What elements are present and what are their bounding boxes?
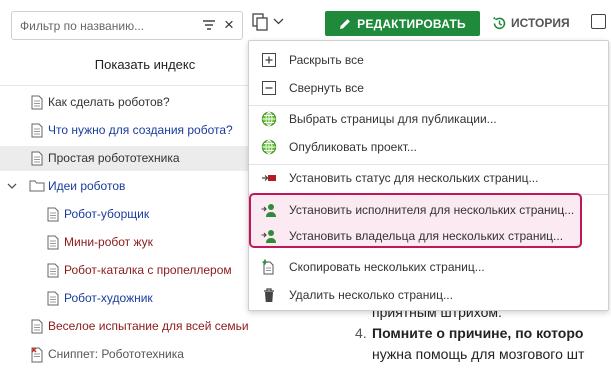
expand-all-icon <box>262 53 276 67</box>
copy-pages-icon <box>262 259 274 275</box>
menu-item-delete-pages[interactable]: Удалить несколько страниц... <box>249 281 608 309</box>
tree-item[interactable]: Робот-уборщик <box>0 202 248 227</box>
tree-item[interactable]: Робот-художник <box>0 286 248 311</box>
edit-button-label: РЕДАКТИРОВАТЬ <box>357 16 466 31</box>
menu-item-set-status[interactable]: Установить статус для нескольких страниц… <box>249 164 608 192</box>
tree-item[interactable]: Сниппет: Робототехника <box>0 342 248 367</box>
menu-item-label: Установить исполнителя для нескольких ст… <box>289 203 575 217</box>
assign-user-icon <box>261 230 276 243</box>
tree-item-selected[interactable]: Простая робототехника <box>0 146 248 171</box>
history-label: ИСТОРИЯ <box>511 16 570 30</box>
menu-item-label: Опубликовать проект... <box>289 140 417 154</box>
list-number: 4. <box>355 325 367 341</box>
snippet-icon <box>31 347 43 363</box>
divider <box>0 85 248 86</box>
checkbox[interactable] <box>591 14 606 29</box>
dropdown-menu: Раскрыть все Свернуть все Выбрать страни… <box>248 40 609 311</box>
globe-icon <box>261 111 277 127</box>
tree-item-label: Сниппет: Робототехника <box>48 347 184 361</box>
menu-item-copy-pages[interactable]: Скопировать нескольких страниц... <box>249 253 608 281</box>
content-text: нужна помощь для мозгового шт <box>372 346 585 362</box>
assign-user-icon <box>261 204 276 217</box>
document-icon <box>47 207 59 222</box>
tree-item[interactable]: Веселое испытание для всей семьи <box>0 314 249 339</box>
menu-item-label: Установить статус для нескольких страниц… <box>289 171 539 185</box>
close-icon[interactable]: × <box>224 15 234 35</box>
copy-pages-icon[interactable] <box>252 13 269 31</box>
tree-item-label: Простая робототехника <box>48 151 180 165</box>
tree-item-label: Робот-художник <box>64 291 153 305</box>
pencil-icon <box>340 18 351 29</box>
menu-item-set-assignee[interactable]: Установить исполнителя для нескольких ст… <box>249 196 608 224</box>
menu-item-label: Раскрыть все <box>289 53 364 67</box>
tree-item-label: Веселое испытание для всей семьи <box>48 319 249 333</box>
tree-item-label: Мини-робот жук <box>64 235 153 249</box>
document-icon <box>47 235 59 250</box>
edit-button[interactable]: РЕДАКТИРОВАТЬ <box>325 11 480 36</box>
trash-icon <box>264 288 274 302</box>
tree-item-label: Робот-уборщик <box>64 207 150 221</box>
tree-item[interactable]: Как сделать роботов? <box>0 90 248 115</box>
document-icon <box>31 319 43 334</box>
folder-icon <box>29 180 45 192</box>
menu-item-label: Свернуть все <box>289 81 364 95</box>
menu-item-select-publish[interactable]: Выбрать страницы для публикации... <box>249 105 608 133</box>
tree-item[interactable]: Робот-каталка с пропеллером <box>0 258 248 283</box>
tree-item-label: Идеи роботов <box>48 179 126 193</box>
document-icon <box>47 291 59 306</box>
menu-item-label: Выбрать страницы для публикации... <box>289 112 497 126</box>
chevron-down-icon[interactable] <box>273 14 284 28</box>
content-text: Помните о причине, по которо <box>372 325 584 341</box>
tree-item[interactable]: Мини-робот жук <box>0 230 248 255</box>
chevron-down-icon[interactable] <box>7 183 17 190</box>
tree-item-label: Что нужно для создания робота? <box>48 123 233 137</box>
filter-box[interactable]: × <box>11 11 243 40</box>
menu-item-label: Удалить несколько страниц... <box>289 288 453 302</box>
menu-item-expand-all[interactable]: Раскрыть все <box>249 46 608 74</box>
document-icon <box>47 263 59 278</box>
document-icon <box>31 95 43 110</box>
status-flag-icon <box>262 175 276 181</box>
menu-item-publish-project[interactable]: Опубликовать проект... <box>249 133 608 161</box>
show-index-link[interactable]: Показать индекс <box>0 57 290 72</box>
document-icon <box>31 151 43 166</box>
tree-item-label: Как сделать роботов? <box>48 95 170 109</box>
filter-input[interactable] <box>20 17 190 35</box>
menu-item-label: Установить владельца для нескольких стра… <box>289 229 564 243</box>
tree-item-label: Робот-каталка с пропеллером <box>64 263 232 277</box>
history-icon <box>493 16 506 30</box>
document-icon <box>31 123 43 138</box>
menu-item-set-owner[interactable]: Установить владельца для нескольких стра… <box>249 222 608 250</box>
filter-icon[interactable] <box>202 19 216 31</box>
tree-item[interactable]: Что нужно для создания робота? <box>0 118 248 143</box>
collapse-all-icon <box>262 81 276 95</box>
globe-icon <box>261 139 277 155</box>
tree-item[interactable]: Идеи роботов <box>0 174 248 199</box>
menu-item-collapse-all[interactable]: Свернуть все <box>249 74 608 102</box>
menu-item-label: Скопировать нескольких страниц... <box>289 260 485 274</box>
